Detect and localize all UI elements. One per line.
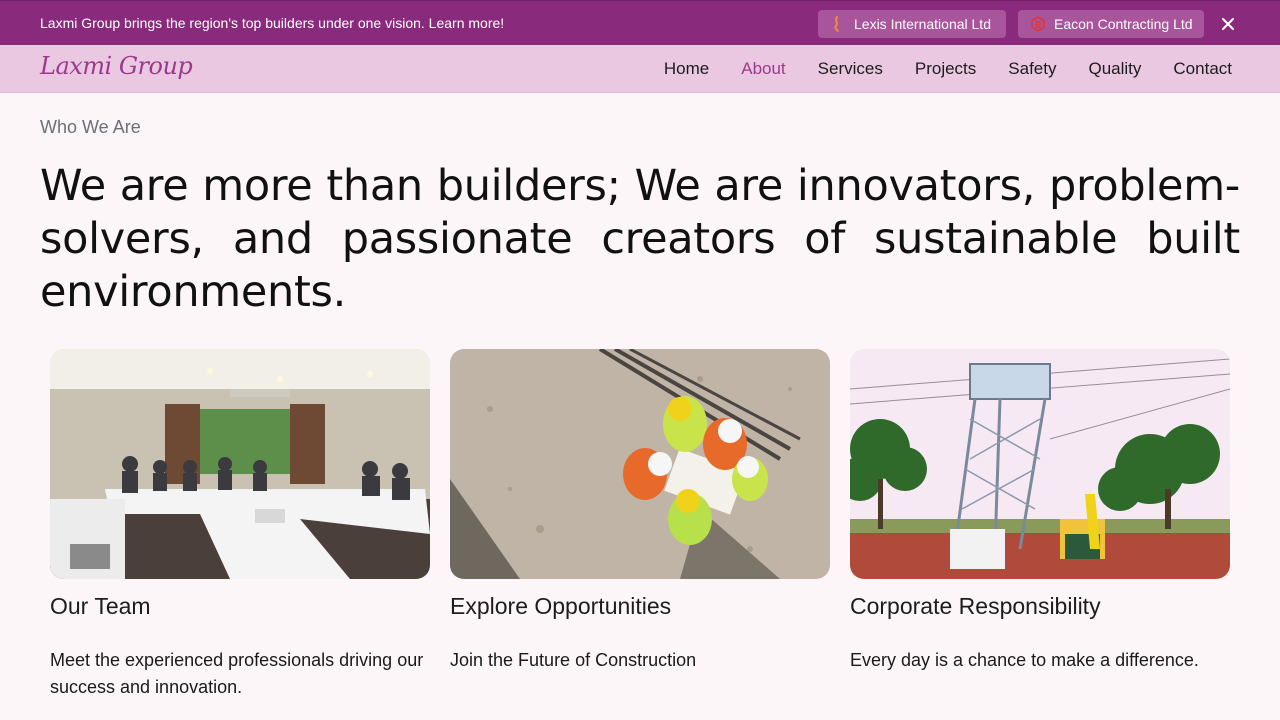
- eacon-link-label: Eacon Contracting Ltd: [1054, 16, 1193, 32]
- lexis-international-link[interactable]: Lexis International Ltd: [818, 10, 1006, 38]
- nav-item-about[interactable]: About: [741, 59, 785, 79]
- card-description: Join the Future of Construction: [450, 650, 697, 670]
- eacon-contracting-link[interactable]: Eacon Contracting Ltd: [1018, 10, 1204, 38]
- card-title[interactable]: Our Team: [50, 593, 151, 620]
- construction-workers-photo: [450, 349, 830, 579]
- card-corporate-responsibility[interactable]: Corporate Responsibility Every day is a …: [850, 349, 1230, 670]
- close-icon[interactable]: [1219, 15, 1237, 33]
- card-title[interactable]: Explore Opportunities: [450, 593, 671, 620]
- nav-item-home[interactable]: Home: [664, 59, 709, 79]
- nav-links: Home About Services Projects Safety Qual…: [632, 59, 1232, 79]
- announcement-bar: Laxmi Group brings the region's top buil…: [0, 0, 1280, 45]
- page-headline: We are more than builders; We are innova…: [40, 161, 1240, 317]
- card-description: Meet the experienced professionals drivi…: [50, 650, 424, 697]
- nav-item-safety[interactable]: Safety: [1008, 59, 1056, 79]
- meeting-room-photo: [50, 349, 430, 579]
- main-navbar: Laxmi Group Home About Services Projects…: [0, 45, 1280, 93]
- nav-item-contact[interactable]: Contact: [1173, 59, 1232, 79]
- card-description: Every day is a chance to make a differen…: [850, 650, 1199, 670]
- announcement-text[interactable]: Laxmi Group brings the region's top buil…: [40, 15, 504, 31]
- nav-item-projects[interactable]: Projects: [915, 59, 976, 79]
- card-explore-opportunities[interactable]: Explore Opportunities Join the Future of…: [450, 349, 830, 670]
- card-title[interactable]: Corporate Responsibility: [850, 593, 1101, 620]
- nav-item-quality[interactable]: Quality: [1088, 59, 1141, 79]
- water-tower-photo: [850, 349, 1230, 579]
- lexis-logo-icon: [830, 16, 844, 32]
- card-our-team[interactable]: Our Team Meet the experienced profession…: [50, 349, 430, 697]
- nav-item-services[interactable]: Services: [818, 59, 883, 79]
- lexis-link-label: Lexis International Ltd: [854, 16, 991, 32]
- laxmi-group-logo[interactable]: Laxmi Group: [40, 52, 193, 80]
- eacon-logo-icon: [1030, 16, 1045, 32]
- section-eyebrow: Who We Are: [40, 117, 141, 137]
